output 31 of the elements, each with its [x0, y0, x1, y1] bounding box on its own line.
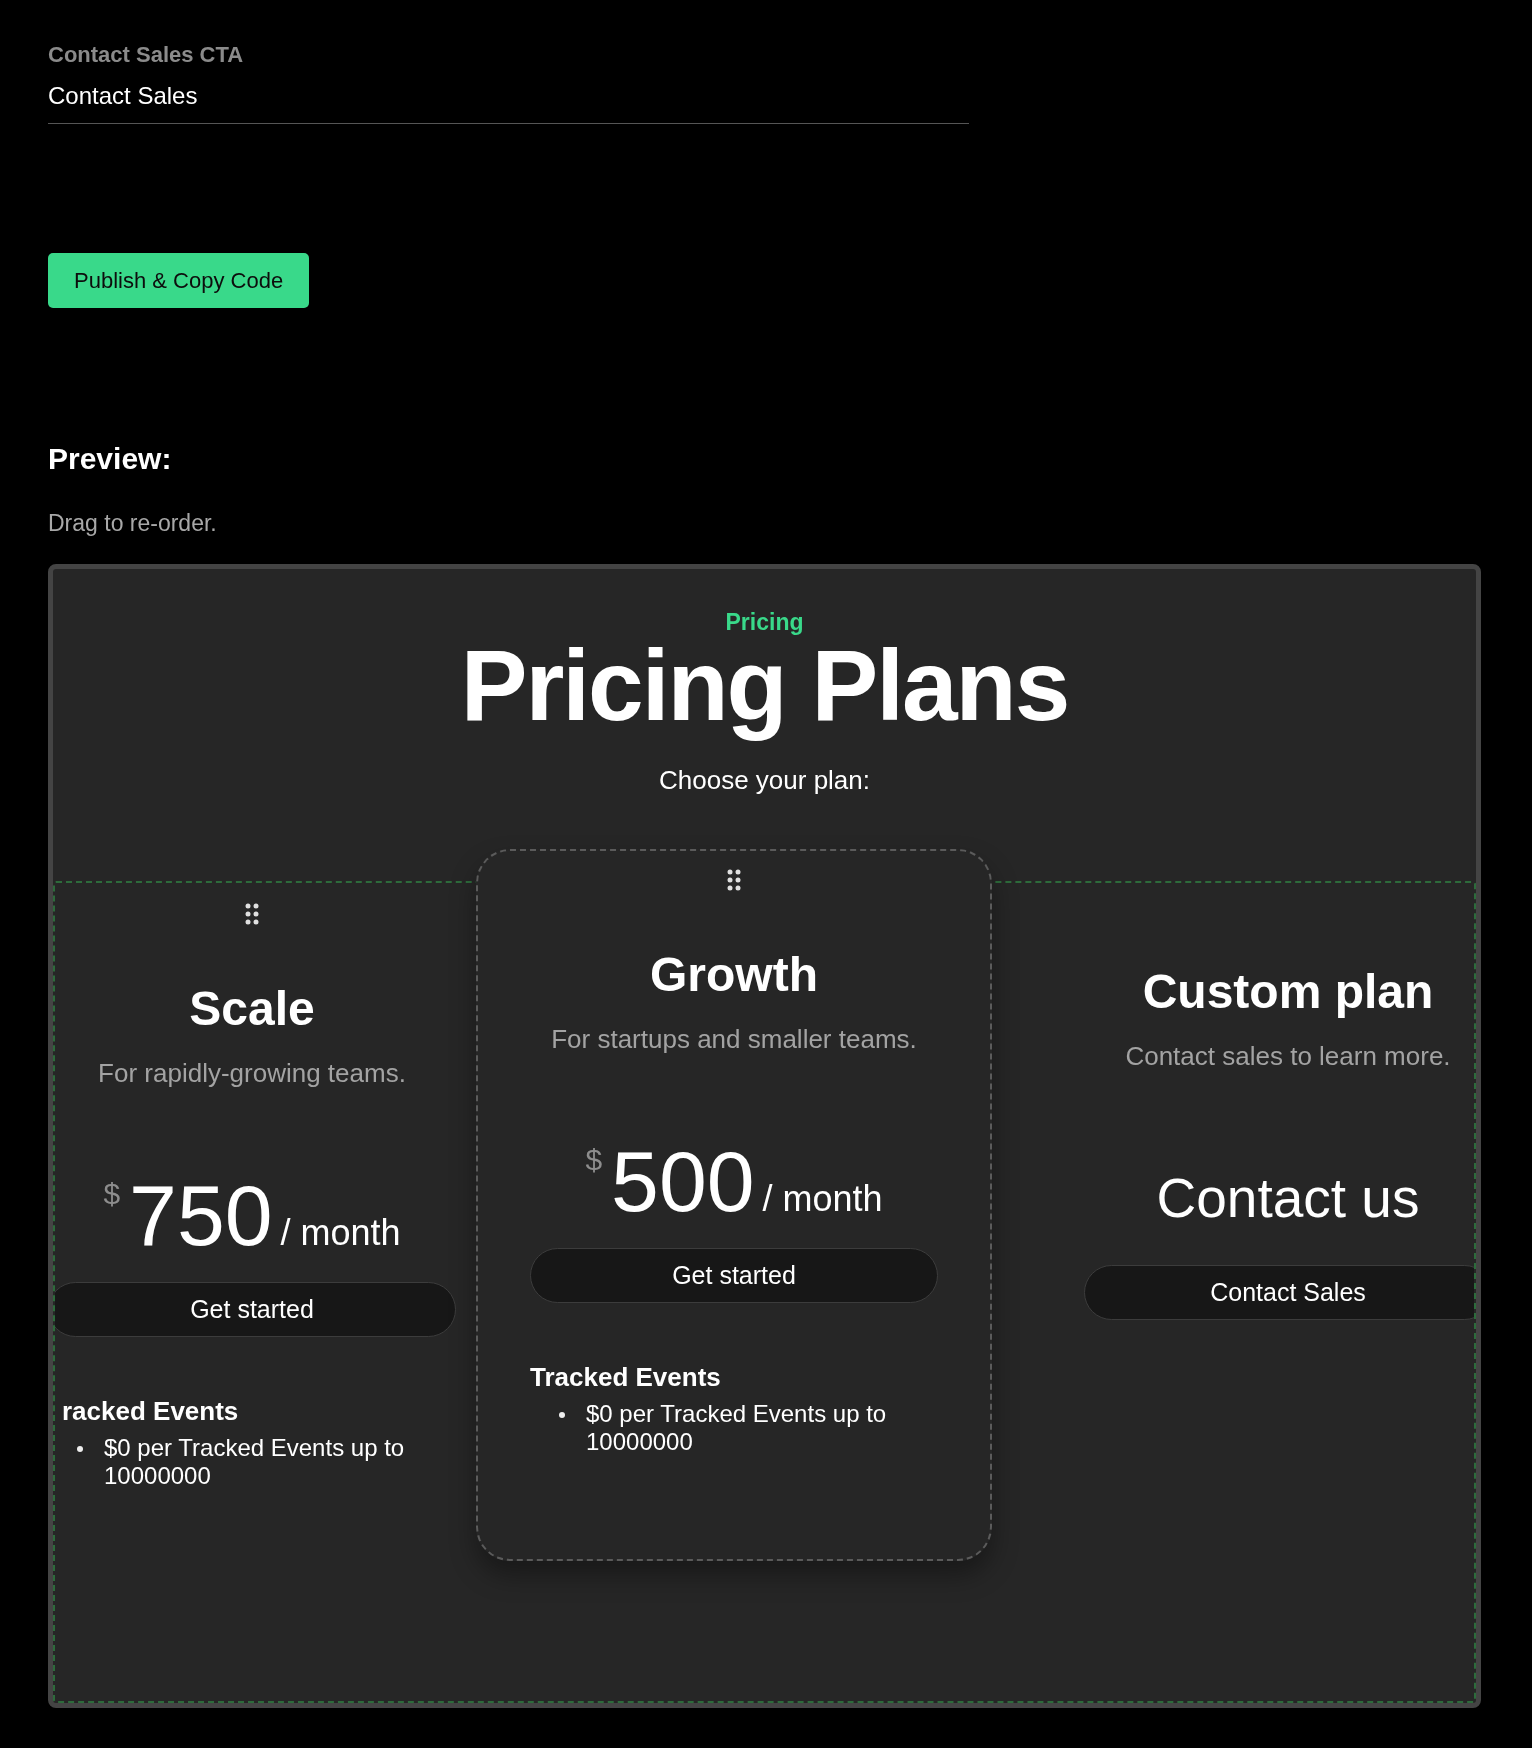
feature-heading: Tracked Events: [530, 1362, 721, 1392]
plan-button[interactable]: Get started: [530, 1248, 938, 1303]
page-subtitle: Choose your plan:: [659, 765, 870, 795]
plan-button[interactable]: Get started: [55, 1282, 456, 1337]
plan-name: Growth: [650, 947, 818, 1003]
plan-name: Scale: [189, 981, 315, 1037]
contact-price-text: Contact us: [1156, 1166, 1420, 1231]
plan-description: For rapidly-growing teams.: [98, 1058, 406, 1088]
price-amount: 750: [129, 1173, 273, 1257]
currency-symbol: $: [103, 1179, 121, 1209]
bullet-icon: [559, 1412, 565, 1418]
feature-heading: racked Events: [62, 1396, 239, 1426]
currency-symbol: $: [585, 1145, 603, 1175]
field-label: Contact Sales CTA: [48, 43, 244, 67]
price-period: / month: [762, 1179, 883, 1219]
hint-text: Drag to re-order.: [48, 510, 217, 536]
price-amount: 500: [611, 1139, 755, 1223]
price-period: / month: [280, 1213, 401, 1253]
section-heading: Preview:: [48, 442, 172, 476]
feature-text: $0 per Tracked Events up to 10000000: [104, 1434, 406, 1490]
plan-description: Contact sales to learn more.: [1125, 1041, 1451, 1071]
plan-description: For startups and smaller teams.: [551, 1024, 917, 1054]
drag-handle-icon[interactable]: [245, 903, 259, 925]
feature-text: $0 per Tracked Events up to 10000000: [586, 1400, 888, 1456]
plan-button[interactable]: Contact Sales: [1084, 1265, 1474, 1320]
publish-button[interactable]: Publish & Copy Code: [48, 253, 310, 308]
bullet-icon: [77, 1446, 83, 1452]
plan-name: Custom plan: [1142, 964, 1434, 1020]
plan-card[interactable]: Growth For startups and smaller teams. $500/ month Get started Tracked Events $0 per Tracked Events up to 10000000: [476, 849, 992, 1561]
cta-text-field[interactable]: Contact Sales: [48, 75, 969, 124]
drag-handle-icon[interactable]: [727, 869, 741, 891]
